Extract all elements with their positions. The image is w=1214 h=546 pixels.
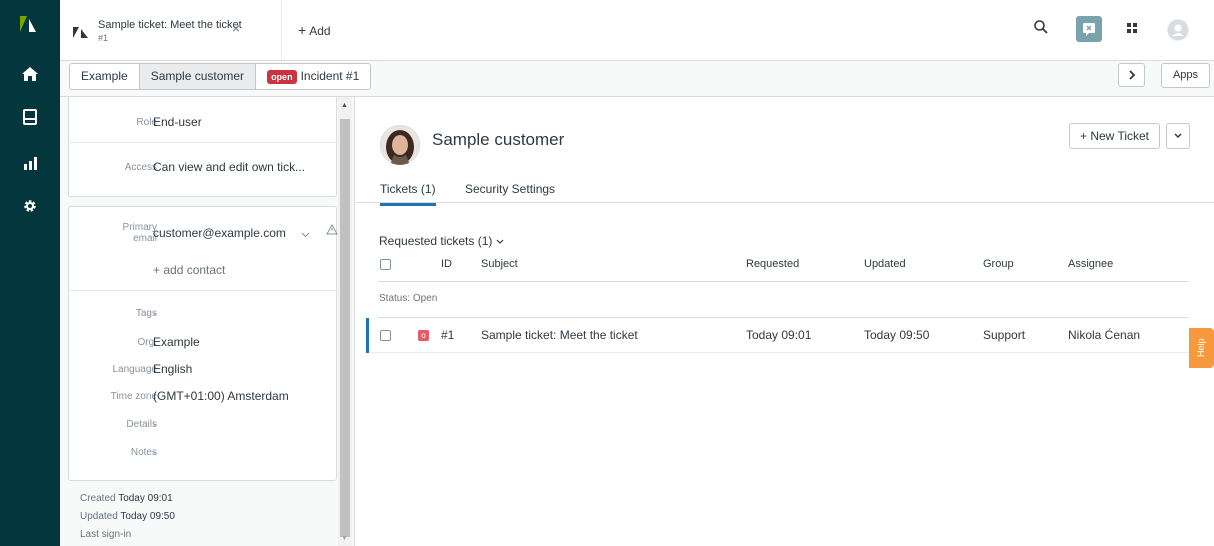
created-value: Today 09:01 — [118, 493, 173, 504]
status-group-label: Status: Open — [379, 293, 438, 304]
add-contact-link[interactable]: + add contact — [153, 263, 225, 277]
breadcrumb-org[interactable]: Example — [70, 64, 140, 89]
help-button[interactable]: Help — [1189, 328, 1214, 368]
views-icon[interactable] — [0, 97, 60, 137]
zendesk-logo-icon[interactable] — [18, 14, 42, 34]
breadcrumb-bar: Example Sample customer open Incident #1… — [60, 61, 1214, 97]
ticket-tab[interactable]: Sample ticket: Meet the ticket #1 × — [60, 0, 282, 60]
scrollbar-thumb[interactable] — [340, 119, 350, 537]
last-signin-meta: Last sign-in — [80, 529, 132, 540]
customer-name: Sample customer — [432, 130, 565, 149]
row-group: Support — [983, 328, 1026, 342]
created-label: Created — [80, 493, 116, 504]
row-assignee: Nikola Ćenan — [1068, 328, 1141, 342]
header-group[interactable]: Group — [983, 258, 1014, 270]
add-label: Add — [309, 24, 331, 38]
timezone-value[interactable]: (GMT+01:00) Amsterdam — [153, 389, 289, 403]
requested-tickets-title[interactable]: Requested tickets (1) — [379, 234, 504, 248]
updated-value: Today 09:50 — [120, 511, 175, 522]
breadcrumb-incident-label: Incident #1 — [300, 69, 360, 83]
top-bar: Sample ticket: Meet the ticket #1 × + Add — [60, 0, 1214, 61]
row-subject[interactable]: Sample ticket: Meet the ticket — [481, 328, 638, 342]
chevron-down-icon[interactable] — [301, 227, 310, 241]
close-tab-icon[interactable]: × — [229, 20, 243, 36]
header-updated[interactable]: Updated — [864, 258, 906, 270]
access-value[interactable]: Can view and edit own tick... — [153, 160, 305, 174]
header-id[interactable]: ID — [441, 258, 452, 270]
chevron-down-icon — [1174, 133, 1182, 139]
table-row[interactable]: o #1 Sample ticket: Meet the ticket Toda… — [366, 318, 1189, 353]
language-value[interactable]: English — [153, 362, 192, 376]
plus-icon: + — [298, 22, 307, 38]
header-assignee[interactable]: Assignee — [1068, 258, 1113, 270]
ticket-tab-icon — [73, 26, 90, 39]
new-ticket-button[interactable]: + New Ticket — [1069, 123, 1160, 149]
role-value[interactable]: End-user — [153, 115, 202, 129]
ticket-tab-title: Sample ticket: Meet the ticket — [98, 19, 242, 31]
status-badge: open — [267, 69, 297, 84]
ticket-tab-number: #1 — [98, 33, 109, 43]
left-nav — [0, 0, 60, 546]
home-icon[interactable] — [0, 54, 60, 94]
updated-meta: Updated Today 09:50 — [80, 511, 175, 522]
primary-label: Primary — [122, 222, 157, 233]
next-arrow-button[interactable] — [1118, 63, 1145, 87]
breadcrumb-incident[interactable]: open Incident #1 — [256, 64, 370, 89]
reporting-icon[interactable] — [0, 143, 60, 183]
header-requested[interactable]: Requested — [746, 258, 799, 270]
customer-avatar — [380, 125, 420, 165]
select-all-checkbox[interactable] — [380, 259, 391, 270]
customer-main: Sample customer + New Ticket Tickets (1)… — [356, 97, 1214, 546]
ticket-status-icon: o — [418, 330, 429, 341]
conversations-icon[interactable] — [1076, 16, 1102, 42]
row-requested: Today 09:01 — [746, 328, 812, 342]
tags-value[interactable]: - — [153, 306, 157, 320]
requested-tickets-label: Requested tickets (1) — [379, 234, 493, 248]
org-value[interactable]: Example — [153, 335, 200, 349]
products-grid-icon[interactable] — [1124, 20, 1140, 36]
search-icon[interactable] — [1032, 18, 1050, 36]
row-id: #1 — [441, 328, 455, 342]
header-subject[interactable]: Subject — [481, 258, 518, 270]
email-value[interactable]: customer@example.com — [153, 226, 286, 240]
selected-row-indicator — [366, 318, 369, 353]
row-checkbox[interactable] — [380, 330, 391, 341]
scroll-down-arrow-icon[interactable]: ▼ — [341, 535, 348, 542]
user-info-panel: Role End-user Access Can view and edit o… — [60, 97, 355, 546]
admin-gear-icon[interactable] — [0, 186, 60, 226]
warning-icon[interactable] — [326, 223, 338, 238]
chevron-right-icon — [1128, 70, 1135, 80]
user-role-card: Role End-user Access Can view and edit o… — [68, 97, 338, 197]
user-details-card: Primary email customer@example.com + add… — [68, 206, 338, 481]
breadcrumb-customer[interactable]: Sample customer — [139, 64, 257, 89]
new-ticket-dropdown[interactable] — [1166, 123, 1190, 149]
divider — [69, 290, 338, 291]
language-label: Language — [112, 364, 158, 375]
chevron-down-icon — [496, 239, 504, 244]
add-tab-button[interactable]: + Add — [298, 22, 331, 38]
apps-button[interactable]: Apps — [1161, 63, 1210, 88]
scroll-up-arrow-icon[interactable]: ▲ — [341, 102, 348, 109]
user-avatar-icon[interactable] — [1167, 19, 1189, 41]
details-value[interactable]: - — [153, 417, 157, 431]
tab-security-settings[interactable]: Security Settings — [465, 182, 555, 196]
header-divider — [378, 281, 1189, 282]
left-panel-scrollbar[interactable]: ▲ ▼ — [338, 97, 352, 546]
notes-value[interactable]: - — [153, 445, 157, 459]
divider — [69, 142, 338, 143]
row-updated: Today 09:50 — [864, 328, 930, 342]
created-meta: Created Today 09:01 — [80, 493, 173, 504]
tabs-divider — [356, 202, 1214, 203]
breadcrumb: Example Sample customer open Incident #1 — [69, 63, 372, 90]
timezone-label: Time zone — [110, 391, 157, 402]
updated-label: Updated — [80, 511, 118, 522]
